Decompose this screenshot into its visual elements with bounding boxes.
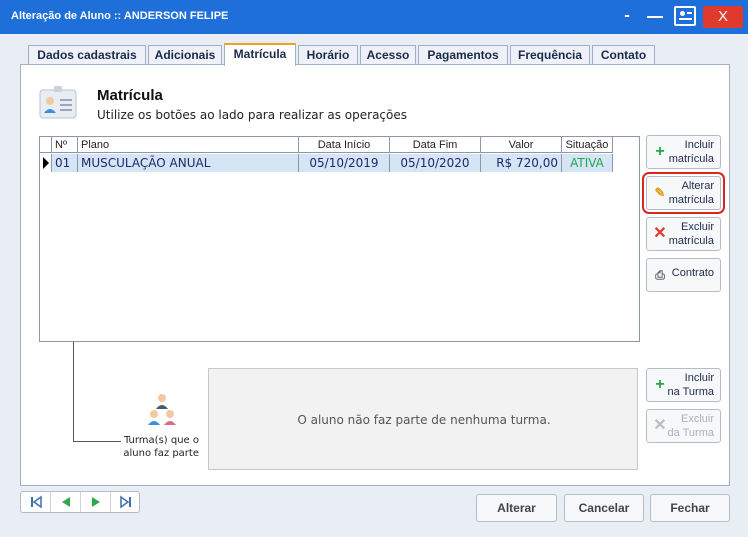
title-bar: Alteração de Aluno :: ANDERSON FELIPE - … [0, 0, 748, 34]
tab-matricula[interactable]: Matrícula [224, 43, 296, 66]
tab-adicionais[interactable]: Adicionais [148, 45, 222, 65]
incluir-turma-button[interactable]: + Incluir na Turma [646, 368, 721, 402]
plus-icon: + [655, 376, 665, 393]
student-card-icon [39, 86, 77, 119]
excluir-turma-button[interactable]: ✕ Excluir da Turma [646, 409, 721, 443]
contrato-button[interactable]: ⎙ Contrato [646, 258, 721, 292]
section-subtitle: Utilize os botões ao lado para realizar … [97, 108, 407, 122]
cell-plano[interactable]: MUSCULAÇÃO ANUAL [78, 154, 299, 172]
turma-label-line1: Turma(s) que o [123, 435, 199, 446]
group-people-icon [148, 394, 176, 425]
contact-card-icon[interactable] [674, 6, 696, 26]
tab-horario[interactable]: Horário [298, 45, 358, 65]
printer-icon: ⎙ [655, 268, 665, 282]
col-data-inicio[interactable]: Data Início [299, 137, 390, 153]
turma-list[interactable]: O aluno não faz parte de nenhuma turma. [208, 368, 638, 470]
turma-empty-message: O aluno não faz parte de nenhuma turma. [297, 413, 551, 427]
first-record-button[interactable] [21, 492, 51, 512]
close-button[interactable]: X [703, 6, 743, 28]
window-title: Alteração de Aluno :: ANDERSON FELIPE [11, 10, 229, 22]
first-icon [31, 495, 42, 509]
cell-num[interactable]: 01 [52, 154, 78, 172]
cell-situacao[interactable]: ATIVA [562, 154, 613, 172]
table-row[interactable]: 01 MUSCULAÇÃO ANUAL 05/10/2019 05/10/202… [40, 154, 613, 172]
matricula-grid[interactable]: Nº Plano Data Início Data Fim Valor Situ… [39, 136, 640, 342]
minimize-icon[interactable] [643, 6, 667, 26]
turma-label: Turma(s) que o aluno faz parte [113, 434, 199, 460]
plus-icon: + [655, 143, 665, 160]
next-record-button[interactable] [81, 492, 111, 512]
tab-frequencia[interactable]: Frequência [510, 45, 590, 65]
cell-valor[interactable]: R$ 720,00 [481, 154, 562, 172]
tab-acesso[interactable]: Acesso [360, 45, 416, 65]
grid-header: Nº Plano Data Início Data Fim Valor Situ… [40, 137, 613, 153]
last-record-button[interactable] [111, 492, 141, 512]
section-title: Matrícula [97, 87, 163, 104]
contrato-label: Contrato [671, 267, 714, 279]
incluir-matricula-button[interactable]: + Incluir matrícula [646, 135, 721, 169]
last-icon [120, 495, 131, 509]
excluir-matricula-button[interactable]: ✕ Excluir matrícula [646, 217, 721, 251]
cell-data-inicio[interactable]: 05/10/2019 [299, 154, 390, 172]
matricula-panel: Matrícula Utilize os botões ao lado para… [20, 64, 730, 486]
tab-pagamentos[interactable]: Pagamentos [418, 45, 508, 65]
next-icon [92, 497, 100, 507]
col-data-fim[interactable]: Data Fim [390, 137, 481, 153]
cell-data-fim[interactable]: 05/10/2020 [390, 154, 481, 172]
previous-record-button[interactable] [51, 492, 81, 512]
delete-x-icon: ✕ [653, 225, 667, 242]
tab-dados-cadastrais[interactable]: Dados cadastrais [28, 45, 146, 65]
alterar-matricula-button[interactable]: ✎ Alterar matrícula [642, 172, 725, 214]
record-navigator [20, 491, 140, 513]
pencil-icon: ✎ [654, 185, 666, 200]
alterar-button[interactable]: Alterar [476, 494, 557, 522]
cancelar-button[interactable]: Cancelar [564, 494, 644, 522]
col-num[interactable]: Nº [52, 137, 78, 153]
delete-x-icon: ✕ [653, 417, 667, 434]
row-indicator-icon [40, 154, 52, 172]
fechar-button[interactable]: Fechar [650, 494, 730, 522]
col-situacao[interactable]: Situação [562, 137, 613, 153]
indicator-header [40, 137, 52, 153]
col-plano[interactable]: Plano [78, 137, 299, 153]
col-valor[interactable]: Valor [481, 137, 562, 153]
connector-line [73, 342, 74, 442]
turma-label-line2: aluno faz parte [123, 448, 199, 459]
previous-icon [62, 497, 70, 507]
tab-contato[interactable]: Contato [592, 45, 655, 65]
minimize-dash-icon[interactable]: - [618, 6, 636, 26]
